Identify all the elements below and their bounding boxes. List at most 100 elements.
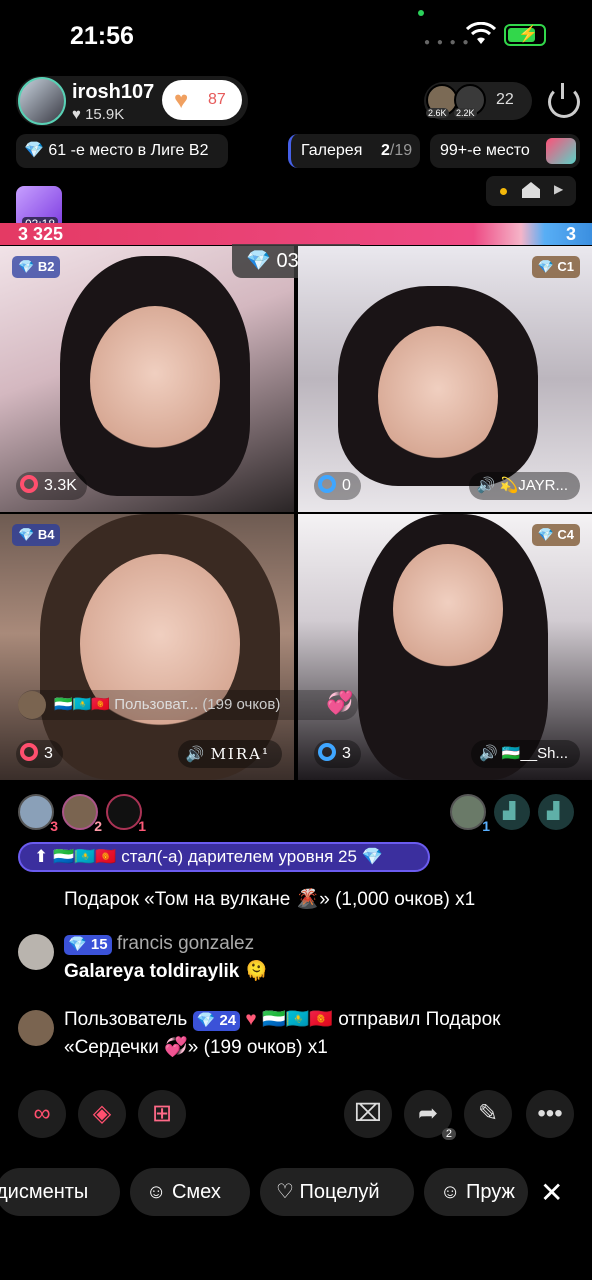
- chat-username[interactable]: Пользователь: [64, 1009, 187, 1030]
- participant-name-text: 🇺🇿__Sh...: [501, 745, 568, 762]
- chat-username[interactable]: francis gonzalez: [117, 933, 254, 954]
- chat-message[interactable]: Пользователь 💎 24 ♥ 🇸🇱🇰🇿🇰🇬 отправил Пода…: [18, 1006, 578, 1062]
- play-arrow-icon: ▶: [554, 182, 564, 196]
- share-count: 2: [441, 1128, 456, 1140]
- viewer-count: 22: [496, 91, 514, 108]
- status-bar: 21:56 ● ● ● ● ⚡: [0, 0, 592, 70]
- more-icon: •••: [537, 1100, 563, 1127]
- host-profile[interactable]: irosh107 ♥ 15.9K ♥ 87: [16, 76, 248, 126]
- user-level-badge: 💎 24: [192, 1011, 241, 1031]
- empty-seat[interactable]: ▟: [538, 794, 574, 830]
- rank-label: 99+-е место: [440, 142, 530, 159]
- close-icon[interactable]: ✕: [540, 1176, 563, 1209]
- seat-icon: ▟: [547, 803, 560, 820]
- level-up-flags: 🇸🇱🇰🇿🇰🇬: [52, 847, 117, 866]
- gift-banner-text: 🇸🇱🇰🇿🇰🇬 Пользоват... (199 очков): [54, 690, 280, 720]
- league-badge: 💎 C1: [531, 256, 580, 278]
- league-badge-label: B2: [37, 259, 55, 274]
- score-icon: [20, 475, 38, 493]
- speaker-icon: 🔊: [185, 745, 207, 763]
- diamond-icon: 💎: [361, 847, 383, 866]
- home-icon: [522, 182, 540, 198]
- signal-icon: ● ● ● ●: [424, 37, 471, 48]
- link-icon: ∞: [33, 1100, 51, 1127]
- link-button[interactable]: ∞: [18, 1090, 66, 1138]
- participant-name[interactable]: 🔊 🇺🇿__Sh...: [471, 740, 580, 768]
- gallery-total: /19: [389, 142, 413, 159]
- top-gifter-avatar[interactable]: 2: [62, 794, 102, 834]
- gift-banner-user: 🇸🇱🇰🇿🇰🇬 Пользоват...: [54, 696, 199, 713]
- speaker-icon: 🔊: [476, 477, 496, 494]
- more-features-button[interactable]: ⊞: [138, 1090, 186, 1138]
- participant-name[interactable]: 🔊 💫JAYR...: [468, 472, 580, 500]
- viewer-avatar[interactable]: 2.2K: [454, 84, 486, 118]
- league-badge: 💎 C4: [531, 524, 580, 546]
- video-tile[interactable]: 💎 C4 3 🔊 🇺🇿__Sh...: [298, 514, 592, 780]
- gift-banner-points: (199 очков): [202, 696, 281, 713]
- tile-score-value: 3.3K: [44, 477, 77, 494]
- chat-text: Galareya toldiraylik 🫠: [64, 961, 269, 982]
- more-button[interactable]: •••: [526, 1090, 574, 1138]
- video-tile[interactable]: 💎 B2 3.3K: [0, 246, 294, 512]
- blue-team-gifter-avatar[interactable]: 1: [450, 794, 490, 834]
- empty-seat[interactable]: ▟: [494, 794, 530, 830]
- viewer-tag: 2.6K: [426, 108, 449, 118]
- camera-indicator-icon: [418, 10, 424, 16]
- comments-toggle-button[interactable]: ⌧: [344, 1090, 392, 1138]
- chat-text: Подарок «Том на вулкане 🌋» (1,000 очков)…: [64, 889, 476, 910]
- magic-wand-icon: ✎: [477, 1100, 499, 1127]
- gallery-current: 2: [381, 142, 390, 159]
- top-gifter-avatar[interactable]: 1: [106, 794, 146, 834]
- league-rank[interactable]: 💎 61 -е место в Лиге B2: [16, 134, 228, 168]
- top-gifter-avatar[interactable]: 3: [18, 794, 58, 834]
- quick-comment-label: Поцелуй: [299, 1181, 380, 1203]
- notification-dot-icon: [500, 188, 507, 195]
- laugh-icon: ☺: [146, 1181, 167, 1203]
- match-button[interactable]: ◈: [78, 1090, 126, 1138]
- viewer-list[interactable]: 2.6K 2.2K 22: [424, 82, 532, 120]
- video-tile[interactable]: 💎 B4 3 🔊 MIRA¹: [0, 514, 294, 780]
- quick-comment-chip[interactable]: ☺ Смех: [130, 1168, 250, 1216]
- gifter-rank: 1: [138, 818, 146, 834]
- rank-badge-icon: [546, 138, 576, 164]
- gallery-button[interactable]: Галерея 2/19: [288, 134, 420, 168]
- level-up-banner: ⬆ 🇸🇱🇰🇿🇰🇬 стал(-а) дарителем уровня 25 💎: [18, 842, 430, 872]
- power-icon[interactable]: [548, 83, 580, 118]
- tile-score: 3: [16, 740, 63, 768]
- score-right: 3: [565, 224, 576, 244]
- chat-avatar[interactable]: [18, 1010, 54, 1046]
- room-menu[interactable]: ▶: [486, 176, 576, 206]
- participant-name-text: MIRA¹: [210, 745, 270, 763]
- league-label: 61 -е место в Лиге B2: [48, 142, 209, 159]
- host-avatar[interactable]: [18, 77, 66, 125]
- gift-banner: 🇸🇱🇰🇿🇰🇬 Пользоват... (199 очков) 💞: [18, 690, 358, 720]
- chat-avatar[interactable]: [18, 934, 54, 970]
- chat-message[interactable]: 💎 15 francis gonzalez Galareya toldirayl…: [18, 930, 578, 986]
- effects-button[interactable]: ✎: [464, 1090, 512, 1138]
- user-level-badge: 💎 15: [64, 935, 112, 955]
- user-level-value: 15: [90, 936, 108, 953]
- follow-button[interactable]: ♥ 87: [162, 80, 242, 120]
- grid-icon: ⊞: [151, 1100, 173, 1127]
- participant-name[interactable]: 🔊 MIRA¹: [177, 740, 282, 768]
- match-icon: ◈: [92, 1100, 112, 1127]
- battle-score-bar: 3 325 3: [0, 223, 592, 245]
- host-likes-value: 15.9K: [85, 106, 125, 123]
- level-up-text: стал(-а) дарителем уровня 25: [121, 847, 357, 866]
- tile-score: 3: [314, 740, 361, 768]
- participant-face: [378, 326, 498, 466]
- league-badge: 💎 B4: [12, 524, 61, 546]
- quick-comment-chip[interactable]: ☺ Пруж: [424, 1168, 528, 1216]
- league-badge-label: B4: [37, 527, 55, 542]
- speaker-icon: 🔊: [479, 745, 498, 762]
- quick-comment-chip[interactable]: дисменты: [0, 1168, 120, 1216]
- host-likes: ♥ 15.9K: [72, 106, 124, 123]
- share-button[interactable]: ➦ 2: [404, 1090, 456, 1140]
- gallery-progress: 2/19: [381, 134, 412, 168]
- hourly-rank[interactable]: 99+-е место: [430, 134, 580, 168]
- status-time: 21:56: [70, 22, 134, 50]
- quick-comment-chip[interactable]: ♡ Поцелуй: [260, 1168, 414, 1216]
- video-tile[interactable]: 💎 C1 0 🔊 💫JAYR...: [298, 246, 592, 512]
- tile-score: 0: [314, 472, 361, 500]
- score-icon: [318, 475, 336, 493]
